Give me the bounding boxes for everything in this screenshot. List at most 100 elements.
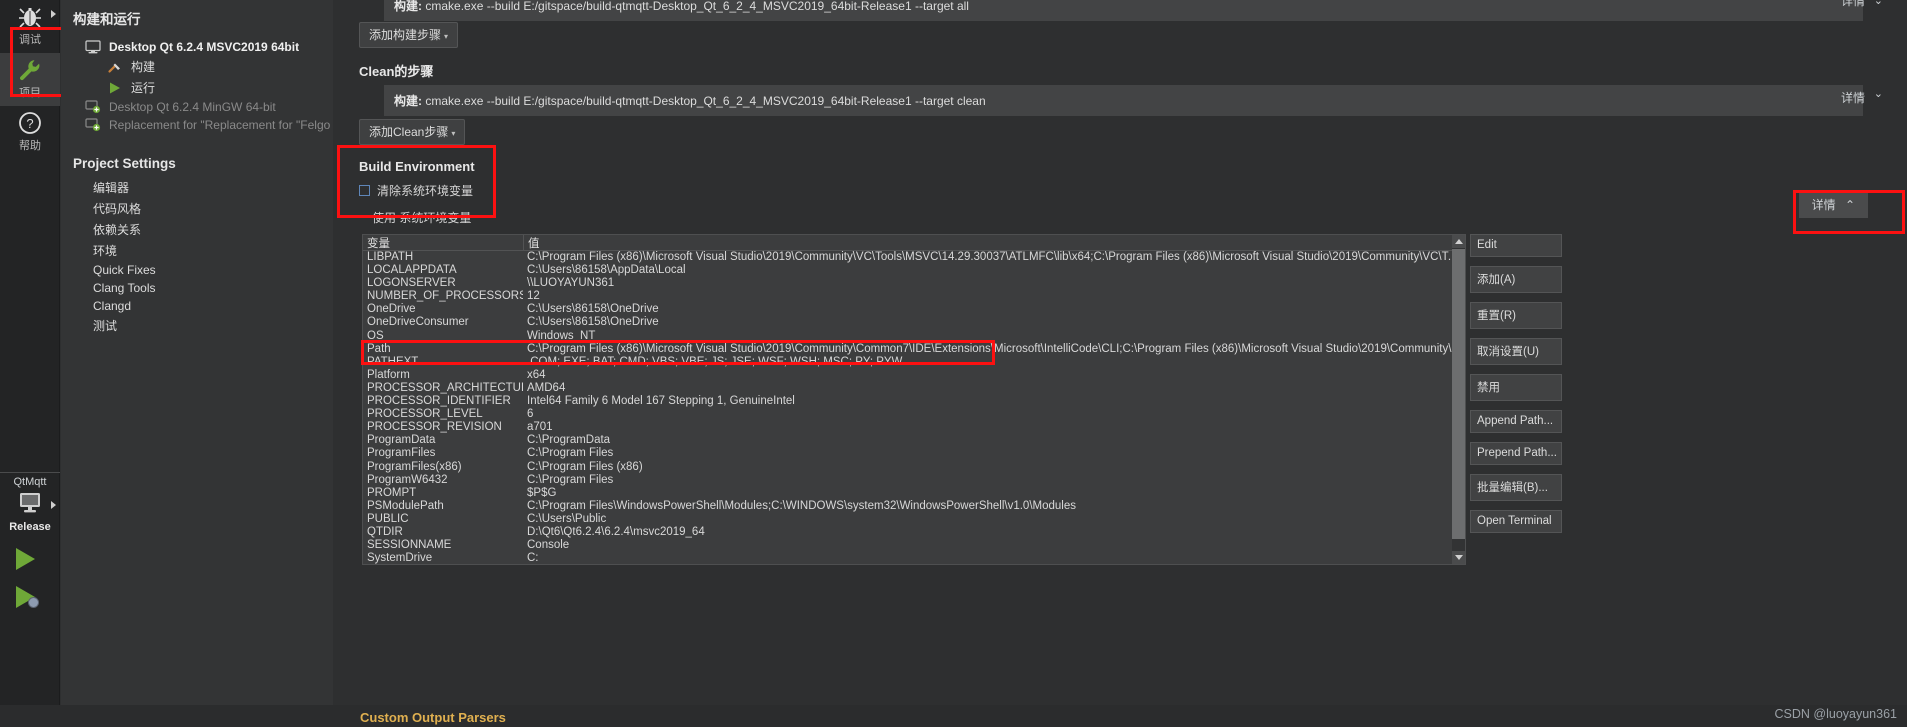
build-environment-title: Build Environment <box>359 159 475 174</box>
env-variable-name: ProgramW6432 <box>367 473 448 486</box>
chevron-down-icon[interactable]: ⌄ <box>1874 0 1883 7</box>
env-open-terminal-button[interactable]: Open Terminal <box>1470 510 1562 533</box>
run-triangle-icon <box>16 548 35 570</box>
add-clean-step-button[interactable]: 添加Clean步骤 ▾ <box>359 119 466 145</box>
table-row[interactable]: PSModulePath C:\Program Files\WindowsPowe… <box>363 500 1465 513</box>
clean-step-command-row[interactable]: 构建: cmake.exe --build E:/gitspace/build-… <box>384 85 1863 116</box>
env-variable-name: Platform <box>367 368 410 381</box>
table-row[interactable]: Platform x64 <box>363 369 1465 382</box>
table-row[interactable]: NUMBER_OF_PROCESSORS 12 <box>363 290 1465 303</box>
scroll-thumb[interactable] <box>1452 249 1465 539</box>
table-row[interactable]: SystemDrive C: <box>363 552 1465 564</box>
table-row[interactable]: PUBLIC C:\Users\Public <box>363 513 1465 526</box>
wrench-icon <box>0 57 60 83</box>
settings-item-editor[interactable]: 编辑器 <box>61 177 333 198</box>
add-build-step-button[interactable]: 添加构建步骤 ▾ <box>359 22 459 48</box>
settings-item-dependencies[interactable]: 依赖关系 <box>61 219 333 240</box>
tree-item-build[interactable]: 构建 <box>61 56 333 77</box>
settings-item-clang-tools[interactable]: Clang Tools <box>61 279 333 297</box>
env-variable-name: Path <box>367 342 391 355</box>
bottom-strip <box>0 705 1907 727</box>
run-button[interactable] <box>0 541 60 579</box>
tree-kit-replacement[interactable]: Replacement for "Replacement for "Felgo … <box>61 116 359 134</box>
table-row[interactable]: PATHEXT .COM;.EXE;.BAT;.CMD;.VBS;.VBE;.JS… <box>363 356 1465 369</box>
tree-item-run[interactable]: 运行 <box>61 77 333 98</box>
table-row[interactable]: LIBPATH C:\Program Files (x86)\Microsoft … <box>363 251 1465 264</box>
table-body[interactable]: LIBPATH C:\Program Files (x86)\Microsoft … <box>363 251 1465 564</box>
env-variable-value: $P$G <box>527 486 557 499</box>
tree-kit-desktop-mingw[interactable]: Desktop Qt 6.2.4 MinGW 64-bit <box>61 98 333 116</box>
env-variable-value: C:\Program Files <box>527 447 614 460</box>
build-step-command-text: cmake.exe --build E:/gitspace/build-qtmq… <box>425 0 969 13</box>
env-variable-value: .COM;.EXE;.BAT;.CMD;.VBS;.VBE;.JS;.JSE;.… <box>527 355 903 368</box>
env-details-button[interactable]: 详情 ⌃ <box>1798 193 1868 218</box>
modebar-divider <box>0 472 60 473</box>
table-row[interactable]: OS Windows_NT <box>363 330 1465 343</box>
settings-item-quick-fixes[interactable]: Quick Fixes <box>61 261 333 279</box>
env-variable-name: OneDriveConsumer <box>367 316 469 329</box>
sidebar-item-projects[interactable]: 项目 <box>0 53 60 106</box>
env-variable-name: PATHEXT <box>367 355 419 368</box>
env-add-button[interactable]: 添加(A) <box>1470 266 1562 293</box>
environment-variables-table[interactable]: 变量 值 LIBPATH C:\Program Files (x86)\Micro… <box>362 234 1466 565</box>
env-variable-name: PROCESSOR_ARCHITECTURE <box>367 381 523 394</box>
hammer-icon <box>107 60 125 74</box>
env-variable-value: 6 <box>527 408 534 421</box>
tree-kit-desktop-msvc[interactable]: Desktop Qt 6.2.4 MSVC2019 64bit <box>61 38 333 56</box>
table-row[interactable]: PROMPT $P$G <box>363 487 1465 500</box>
scroll-up-button[interactable] <box>1452 235 1465 248</box>
table-row[interactable]: LOCALAPPDATA C:\Users\86158\AppData\Local <box>363 264 1465 277</box>
table-row[interactable]: ProgramW6432 C:\Program Files <box>363 474 1465 487</box>
table-row[interactable]: LOGONSERVER \\LUOYAYUN361 <box>363 277 1465 290</box>
env-batch-edit-button[interactable]: 批量编辑(B)... <box>1470 474 1562 501</box>
env-variable-name: NUMBER_OF_PROCESSORS <box>367 290 523 303</box>
env-variable-name: OS <box>367 329 384 342</box>
table-row[interactable]: ProgramFiles C:\Program Files <box>363 447 1465 460</box>
chevron-right-icon <box>51 501 56 509</box>
table-row[interactable]: PROCESSOR_REVISION a701 <box>363 421 1465 434</box>
chevron-down-icon[interactable]: ⌄ <box>1874 87 1883 100</box>
caret-down-icon: ▾ <box>444 32 449 41</box>
table-row[interactable]: OneDrive C:\Users\86158\OneDrive <box>363 303 1465 316</box>
env-edit-button[interactable]: Edit <box>1470 234 1562 257</box>
clear-system-env-label: 清除系统环境变量 <box>377 184 474 198</box>
table-row[interactable]: PROCESSOR_ARCHITECTURE AMD64 <box>363 382 1465 395</box>
custom-output-parsers-title: Custom Output Parsers <box>360 710 506 725</box>
env-prepend-path-button[interactable]: Prepend Path... <box>1470 442 1562 465</box>
clean-step-details-label[interactable]: 详情 <box>1841 89 1865 106</box>
settings-item-tests[interactable]: 测试 <box>61 315 333 336</box>
build-and-run-title: 构建和运行 <box>73 12 141 27</box>
settings-item-clangd[interactable]: Clangd <box>61 297 333 315</box>
table-row[interactable]: PROCESSOR_IDENTIFIER Intel64 Family 6 Mod… <box>363 395 1465 408</box>
settings-item-code-style[interactable]: 代码风格 <box>61 198 333 219</box>
env-variable-name: ProgramData <box>367 434 436 447</box>
sidebar-item-debug[interactable]: 调试 <box>0 0 60 53</box>
table-row[interactable]: ProgramFiles(x86) C:\Program Files (x86) <box>363 461 1465 474</box>
env-disable-button[interactable]: 禁用 <box>1470 374 1562 401</box>
table-row[interactable]: Path C:\Program Files (x86)\Microsoft Vis… <box>363 343 1465 356</box>
table-row[interactable]: QTDIR D:\Qt6\Qt6.2.4\6.2.4\msvc2019_64 <box>363 526 1465 539</box>
env-unset-button[interactable]: 取消设置(U) <box>1470 338 1562 365</box>
kit-project-name: QtMqtt <box>13 476 47 488</box>
env-variable-value: C:\Program Files (x86)\Microsoft Visual … <box>527 251 1465 263</box>
build-step-details-label[interactable]: 详情 <box>1841 0 1865 9</box>
env-append-path-button[interactable]: Append Path... <box>1470 410 1562 433</box>
desktop-icon <box>15 493 45 519</box>
table-row[interactable]: PROCESSOR_LEVEL 6 <box>363 408 1465 421</box>
scroll-down-button[interactable] <box>1452 551 1465 564</box>
kit-selector[interactable]: QtMqtt Release <box>0 476 60 617</box>
env-variable-name: SESSIONNAME <box>367 539 452 552</box>
table-row[interactable]: SESSIONNAME Console <box>363 539 1465 552</box>
debug-run-button[interactable] <box>0 579 60 617</box>
caret-down-icon: ▾ <box>451 129 456 138</box>
tree-item-build-label: 构建 <box>131 60 156 74</box>
kit-target-icon-row[interactable] <box>0 490 60 520</box>
clear-system-env-checkbox[interactable] <box>359 185 370 196</box>
settings-item-environment[interactable]: 环境 <box>61 240 333 261</box>
table-row[interactable]: ProgramData C:\ProgramData <box>363 434 1465 447</box>
env-table-scrollbar[interactable] <box>1452 235 1465 564</box>
build-step-command-row[interactable]: 构建: cmake.exe --build E:/gitspace/build-… <box>384 0 1863 21</box>
env-reset-button[interactable]: 重置(R) <box>1470 302 1562 329</box>
table-row[interactable]: OneDriveConsumer C:\Users\86158\OneDrive <box>363 316 1465 329</box>
sidebar-item-help[interactable]: ? 帮助 <box>0 106 60 159</box>
